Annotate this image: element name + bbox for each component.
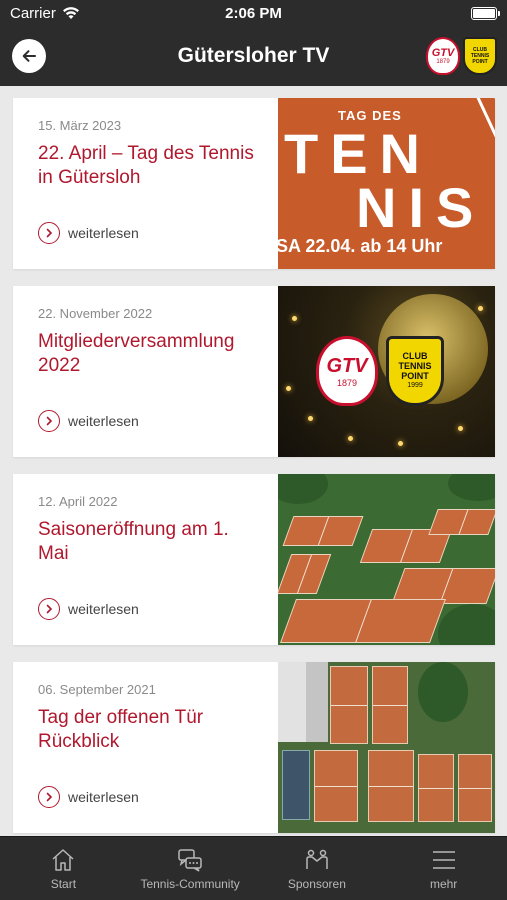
chevron-right-icon — [38, 786, 60, 808]
news-card-text: 06. September 2021 Tag der offenen Tür R… — [13, 662, 278, 833]
tennis-court-hard — [282, 750, 310, 820]
news-image-season-opening[interactable] — [278, 474, 495, 645]
tree — [438, 604, 495, 645]
image-headline-1: TEN — [284, 122, 432, 185]
club-logo-line: CLUB — [402, 351, 428, 361]
light-decoration — [478, 306, 483, 311]
news-image-open-day[interactable] — [278, 662, 495, 833]
nav-bar: Gütersloher TV GTV 1879 CLUB TENNIS POIN… — [0, 28, 507, 86]
chevron-right-icon — [38, 598, 60, 620]
read-more-link[interactable]: weiterlesen — [38, 598, 139, 620]
light-decoration — [292, 316, 297, 321]
gtv-logo: GTV 1879 — [316, 336, 378, 406]
read-more-link[interactable]: weiterlesen — [38, 222, 139, 244]
image-headline-2: NIS — [356, 176, 486, 239]
home-icon — [52, 849, 74, 871]
news-feed[interactable]: 15. März 2023 22. April – Tag des Tennis… — [0, 86, 507, 836]
light-decoration — [348, 436, 353, 441]
chevron-right-icon — [38, 222, 60, 244]
read-more-label: weiterlesen — [68, 225, 139, 241]
tab-label: mehr — [429, 877, 458, 891]
handshake-icon — [306, 849, 328, 869]
club-logo-line: TENNIS — [398, 361, 432, 371]
club-logo-line: POINT — [401, 371, 429, 381]
tab-sponsoren[interactable]: Sponsoren — [254, 837, 381, 900]
gtv-logo-year: 1879 — [336, 377, 358, 388]
news-title[interactable]: Saisoneröffnung am 1. Mai — [38, 518, 263, 566]
tree — [418, 662, 468, 722]
tennis-court — [428, 509, 495, 535]
news-date: 06. September 2021 — [38, 682, 156, 697]
image-tag-text: TAG DES — [338, 108, 402, 123]
tab-start[interactable]: Start — [0, 837, 127, 900]
news-card-text: 12. April 2022 Saisoneröffnung am 1. Mai… — [13, 474, 278, 645]
gtv-logo-year: 1879 — [436, 59, 450, 65]
read-more-link[interactable]: weiterlesen — [38, 410, 139, 432]
news-title[interactable]: Tag der offenen Tür Rückblick — [38, 706, 263, 754]
news-card-text: 22. November 2022 Mitgliederversammlung … — [13, 286, 278, 457]
light-decoration — [398, 441, 403, 446]
news-date: 15. März 2023 — [38, 118, 122, 133]
read-more-label: weiterlesen — [68, 789, 139, 805]
tree — [278, 474, 328, 504]
tennis-point-logo: CLUB TENNIS POINT 1999 — [386, 336, 444, 406]
club-logos: GTV 1879 CLUB TENNIS POINT — [426, 37, 497, 75]
news-title[interactable]: Mitgliederversammlung 2022 — [38, 330, 263, 378]
status-bar: Carrier 2:06 PM — [0, 0, 507, 28]
tennis-court — [279, 599, 447, 643]
menu-icon — [432, 851, 455, 869]
news-image-member-meeting[interactable]: GTV 1879 CLUB TENNIS POINT 1999 — [278, 286, 495, 457]
tennis-court — [368, 750, 414, 822]
news-card[interactable]: 22. November 2022 Mitgliederversammlung … — [13, 286, 495, 457]
read-more-link[interactable]: weiterlesen — [38, 786, 139, 808]
chevron-right-icon — [38, 410, 60, 432]
image-subtitle: SA 22.04. ab 14 Uhr — [278, 236, 443, 256]
news-card[interactable]: 06. September 2021 Tag der offenen Tür R… — [13, 662, 495, 833]
tennis-court — [282, 516, 364, 546]
tab-label: Start — [50, 877, 77, 891]
clock: 2:06 PM — [225, 5, 282, 22]
chat-icon — [178, 849, 202, 872]
tab-label: Tennis-Community — [140, 877, 240, 891]
tennis-court — [278, 554, 332, 594]
hall-roof — [306, 662, 328, 742]
news-image-tennis-day[interactable]: TAG DES TEN NIS SA 22.04. ab 14 Uhr — [278, 98, 495, 269]
club-logo-text: CLUB TENNIS POINT — [470, 47, 490, 65]
tennis-point-logo: CLUB TENNIS POINT — [463, 37, 497, 75]
tab-bar: Start Tennis-Community Sponsoren mehr — [0, 836, 507, 900]
tennis-court — [330, 666, 368, 744]
news-card-text: 15. März 2023 22. April – Tag des Tennis… — [13, 98, 278, 269]
light-decoration — [286, 386, 291, 391]
battery-icon — [471, 7, 500, 20]
news-date: 22. November 2022 — [38, 306, 153, 321]
gtv-logo: GTV 1879 — [426, 37, 460, 75]
news-title[interactable]: 22. April – Tag des Tennis in Gütersloh — [38, 142, 263, 190]
news-card[interactable]: 12. April 2022 Saisoneröffnung am 1. Mai… — [13, 474, 495, 645]
tennis-court — [418, 754, 454, 822]
read-more-label: weiterlesen — [68, 413, 139, 429]
light-decoration — [308, 416, 313, 421]
tab-tennis-community[interactable]: Tennis-Community — [127, 837, 254, 900]
news-date: 12. April 2022 — [38, 494, 118, 509]
gtv-logo-text: GTV — [326, 354, 368, 377]
gtv-logo-text: GTV — [431, 47, 455, 59]
tree — [448, 474, 495, 501]
tennis-court — [372, 666, 408, 744]
light-decoration — [458, 426, 463, 431]
news-card[interactable]: 15. März 2023 22. April – Tag des Tennis… — [13, 98, 495, 269]
read-more-label: weiterlesen — [68, 601, 139, 617]
tab-mehr[interactable]: mehr — [380, 837, 507, 900]
tennis-court — [458, 754, 492, 822]
tab-label: Sponsoren — [287, 877, 346, 891]
tennis-court — [314, 750, 358, 822]
club-logo-year: 1999 — [407, 382, 423, 389]
